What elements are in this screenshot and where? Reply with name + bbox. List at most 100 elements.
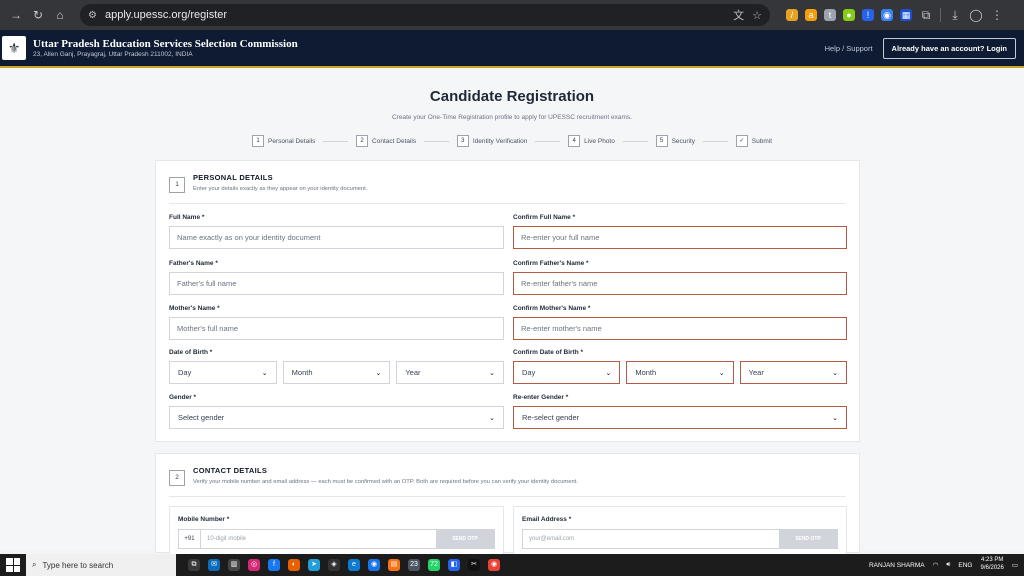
user-name[interactable]: RANJAN SHARMA [869, 562, 925, 569]
chrome-app-icon[interactable]: ◉ [368, 559, 380, 571]
registration-stepper: 1 Personal Details 2 Contact Details 3 I… [252, 135, 772, 147]
full-name-label: Full Name * [169, 214, 205, 221]
select-value: Re-select gender [522, 413, 580, 422]
select-value: Year [748, 368, 764, 377]
menu-icon[interactable]: ⋮ [990, 8, 1004, 22]
father-name-input[interactable]: Father's full name [169, 272, 504, 295]
taskbar-search[interactable]: ⌕ Type here to search [26, 554, 176, 576]
chevron-down-icon: ⌄ [832, 369, 838, 377]
mobile-input[interactable]: 10-digit mobile [201, 530, 436, 548]
dob-day-select[interactable]: Day ⌄ [169, 361, 277, 384]
search-placeholder: Type here to search [42, 560, 114, 570]
capcut-2-app-icon[interactable]: ✂ [468, 559, 480, 571]
section-title: PERSONAL DETAILS [193, 173, 273, 182]
shield-extension-icon[interactable]: ! [862, 9, 874, 21]
bookmark-star-icon[interactable]: ☆ [752, 9, 762, 22]
step-label: Personal Details [268, 137, 316, 145]
wifi-icon[interactable]: ◠ [933, 561, 939, 569]
facebook-app-icon[interactable]: f [268, 559, 280, 571]
full-name-input[interactable]: Name exactly as on your identity documen… [169, 226, 504, 249]
notes-app-icon[interactable]: ▤ [388, 559, 400, 571]
site-info-icon[interactable]: ⚙ [88, 10, 97, 21]
address-bar[interactable]: ⚙ apply.upessc.org/register 文 ☆ [80, 4, 770, 26]
confirm-gender-select[interactable]: Re-select gender ⌄ [513, 406, 847, 429]
windows-start-icon[interactable] [6, 558, 20, 572]
dob-month-select[interactable]: Month ⌄ [282, 361, 391, 384]
taskbar-apps: ⧉ ✉ ▥ ◎ f ◐ ➤ ◈ e ◉ ▤ 23 72 ◧ ✂ ◉ [188, 559, 500, 571]
confirm-father-name-input[interactable]: Re-enter father's name [513, 272, 847, 295]
confirm-mother-name-input[interactable]: Re-enter mother's name [513, 317, 847, 340]
calendar-app-icon[interactable]: ▥ [228, 559, 240, 571]
org-address: 23, Allen Ganj, Prayagraj, Uttar Pradesh… [33, 51, 193, 58]
mobile-label: Mobile Number * [178, 516, 230, 523]
gender-select[interactable]: Select gender ⌄ [169, 406, 504, 429]
email-box: Email Address * your@email.com SEND OTP [513, 506, 847, 554]
eye-extension-icon[interactable]: ◉ [881, 9, 893, 21]
login-button[interactable]: Already have an account? Login [882, 37, 1016, 59]
email-send-otp-button[interactable]: SEND OTP [779, 530, 837, 548]
father-name-label: Father's Name * [169, 260, 218, 267]
step-number: 2 [356, 135, 369, 147]
confirm-full-name-label: Confirm Full Name * [513, 214, 576, 221]
step-personal[interactable]: 1 Personal Details [252, 135, 315, 147]
step-security[interactable]: 5 Security [655, 135, 695, 147]
telegram-app-icon[interactable]: ➤ [308, 559, 320, 571]
clock-date: 9/6/2026 [980, 565, 1004, 571]
chevron-down-icon: ⌄ [489, 414, 495, 422]
step-identity[interactable]: 3 Identity Verification [456, 135, 527, 147]
edge-app-icon[interactable]: e [348, 559, 360, 571]
org-block: Uttar Pradesh Education Services Selecti… [33, 38, 298, 58]
translate-icon[interactable]: 文 [733, 7, 744, 23]
confirm-dob-day-select[interactable]: Day ⌄ [513, 361, 621, 384]
toolbar-separator [940, 8, 941, 22]
clock[interactable]: 4:23 PM 9/6/2026 [980, 557, 1003, 573]
paper-extension-icon[interactable]: / [786, 9, 798, 21]
capcut-app-icon[interactable]: ◈ [328, 559, 340, 571]
grid-extension-icon[interactable]: ▦ [900, 9, 912, 21]
step-check-icon: ✓ [735, 135, 748, 147]
mail-app-icon[interactable]: ✉ [208, 559, 220, 571]
step-number: 3 [456, 135, 469, 147]
mother-name-input[interactable]: Mother's full name [169, 317, 504, 340]
chevron-down-icon: ⌄ [375, 369, 382, 377]
pin-extension-icon[interactable]: t [824, 9, 836, 21]
mobile-send-otp-button[interactable]: SEND OTP [436, 530, 494, 548]
whatsapp-app-icon[interactable]: 72 [428, 559, 440, 571]
clock-time: 4:23 PM [980, 557, 1004, 564]
help-support-link[interactable]: Help / Support [825, 44, 873, 53]
profile-icon[interactable]: ◯ [969, 8, 983, 22]
task-view-app-icon[interactable]: ⧉ [188, 559, 200, 571]
confirm-full-name-input[interactable]: Re-enter your full name [513, 226, 847, 249]
volume-icon[interactable]: 🔊︎ [946, 561, 950, 569]
select-value: Day [522, 368, 536, 377]
email-input[interactable]: your@email.com [523, 530, 779, 548]
files-app-icon[interactable]: 23 [408, 559, 420, 571]
chrome-active-app-icon[interactable]: ◉ [488, 559, 500, 571]
language-indicator[interactable]: ENG [958, 562, 972, 569]
select-value: Month [635, 368, 657, 377]
firefox-app-icon[interactable]: ◐ [288, 559, 300, 571]
section-description: Enter your details exactly as they appea… [193, 186, 368, 192]
step-contact[interactable]: 2 Contact Details [356, 135, 416, 147]
confirm-dob-month-select[interactable]: Month ⌄ [626, 361, 734, 384]
download-icon[interactable]: ⤓ [948, 8, 962, 23]
personal-details-card: 1 PERSONAL DETAILS Enter your details ex… [155, 160, 860, 442]
step-submit[interactable]: ✓ Submit [735, 135, 772, 147]
reload-icon[interactable]: ↻ [30, 7, 46, 23]
section-number: 2 [169, 470, 185, 486]
browser-app-icon[interactable]: ◧ [448, 559, 460, 571]
url-text[interactable]: apply.upessc.org/register [105, 9, 227, 21]
instagram-app-icon[interactable]: ◎ [248, 559, 260, 571]
home-icon[interactable]: ⌂ [52, 7, 68, 23]
amazon-extension-icon[interactable]: a [805, 9, 817, 21]
dob-year-select[interactable]: Year ⌄ [396, 361, 505, 384]
forward-icon[interactable]: → [8, 7, 24, 23]
notification-icon[interactable]: ▭ [1012, 561, 1018, 569]
confirm-dob-year-select[interactable]: Year ⌄ [739, 361, 847, 384]
step-live-photo[interactable]: 4 Live Photo [568, 135, 615, 147]
email-label: Email Address * [522, 516, 572, 523]
map-extension-icon[interactable]: ● [843, 9, 855, 21]
step-number: 5 [655, 135, 668, 147]
browser-toolbar: → ↻ ⌂ ⚙ apply.upessc.org/register 文 ☆ / a… [0, 0, 1024, 30]
puzzle-icon[interactable]: ⧉ [919, 8, 933, 23]
